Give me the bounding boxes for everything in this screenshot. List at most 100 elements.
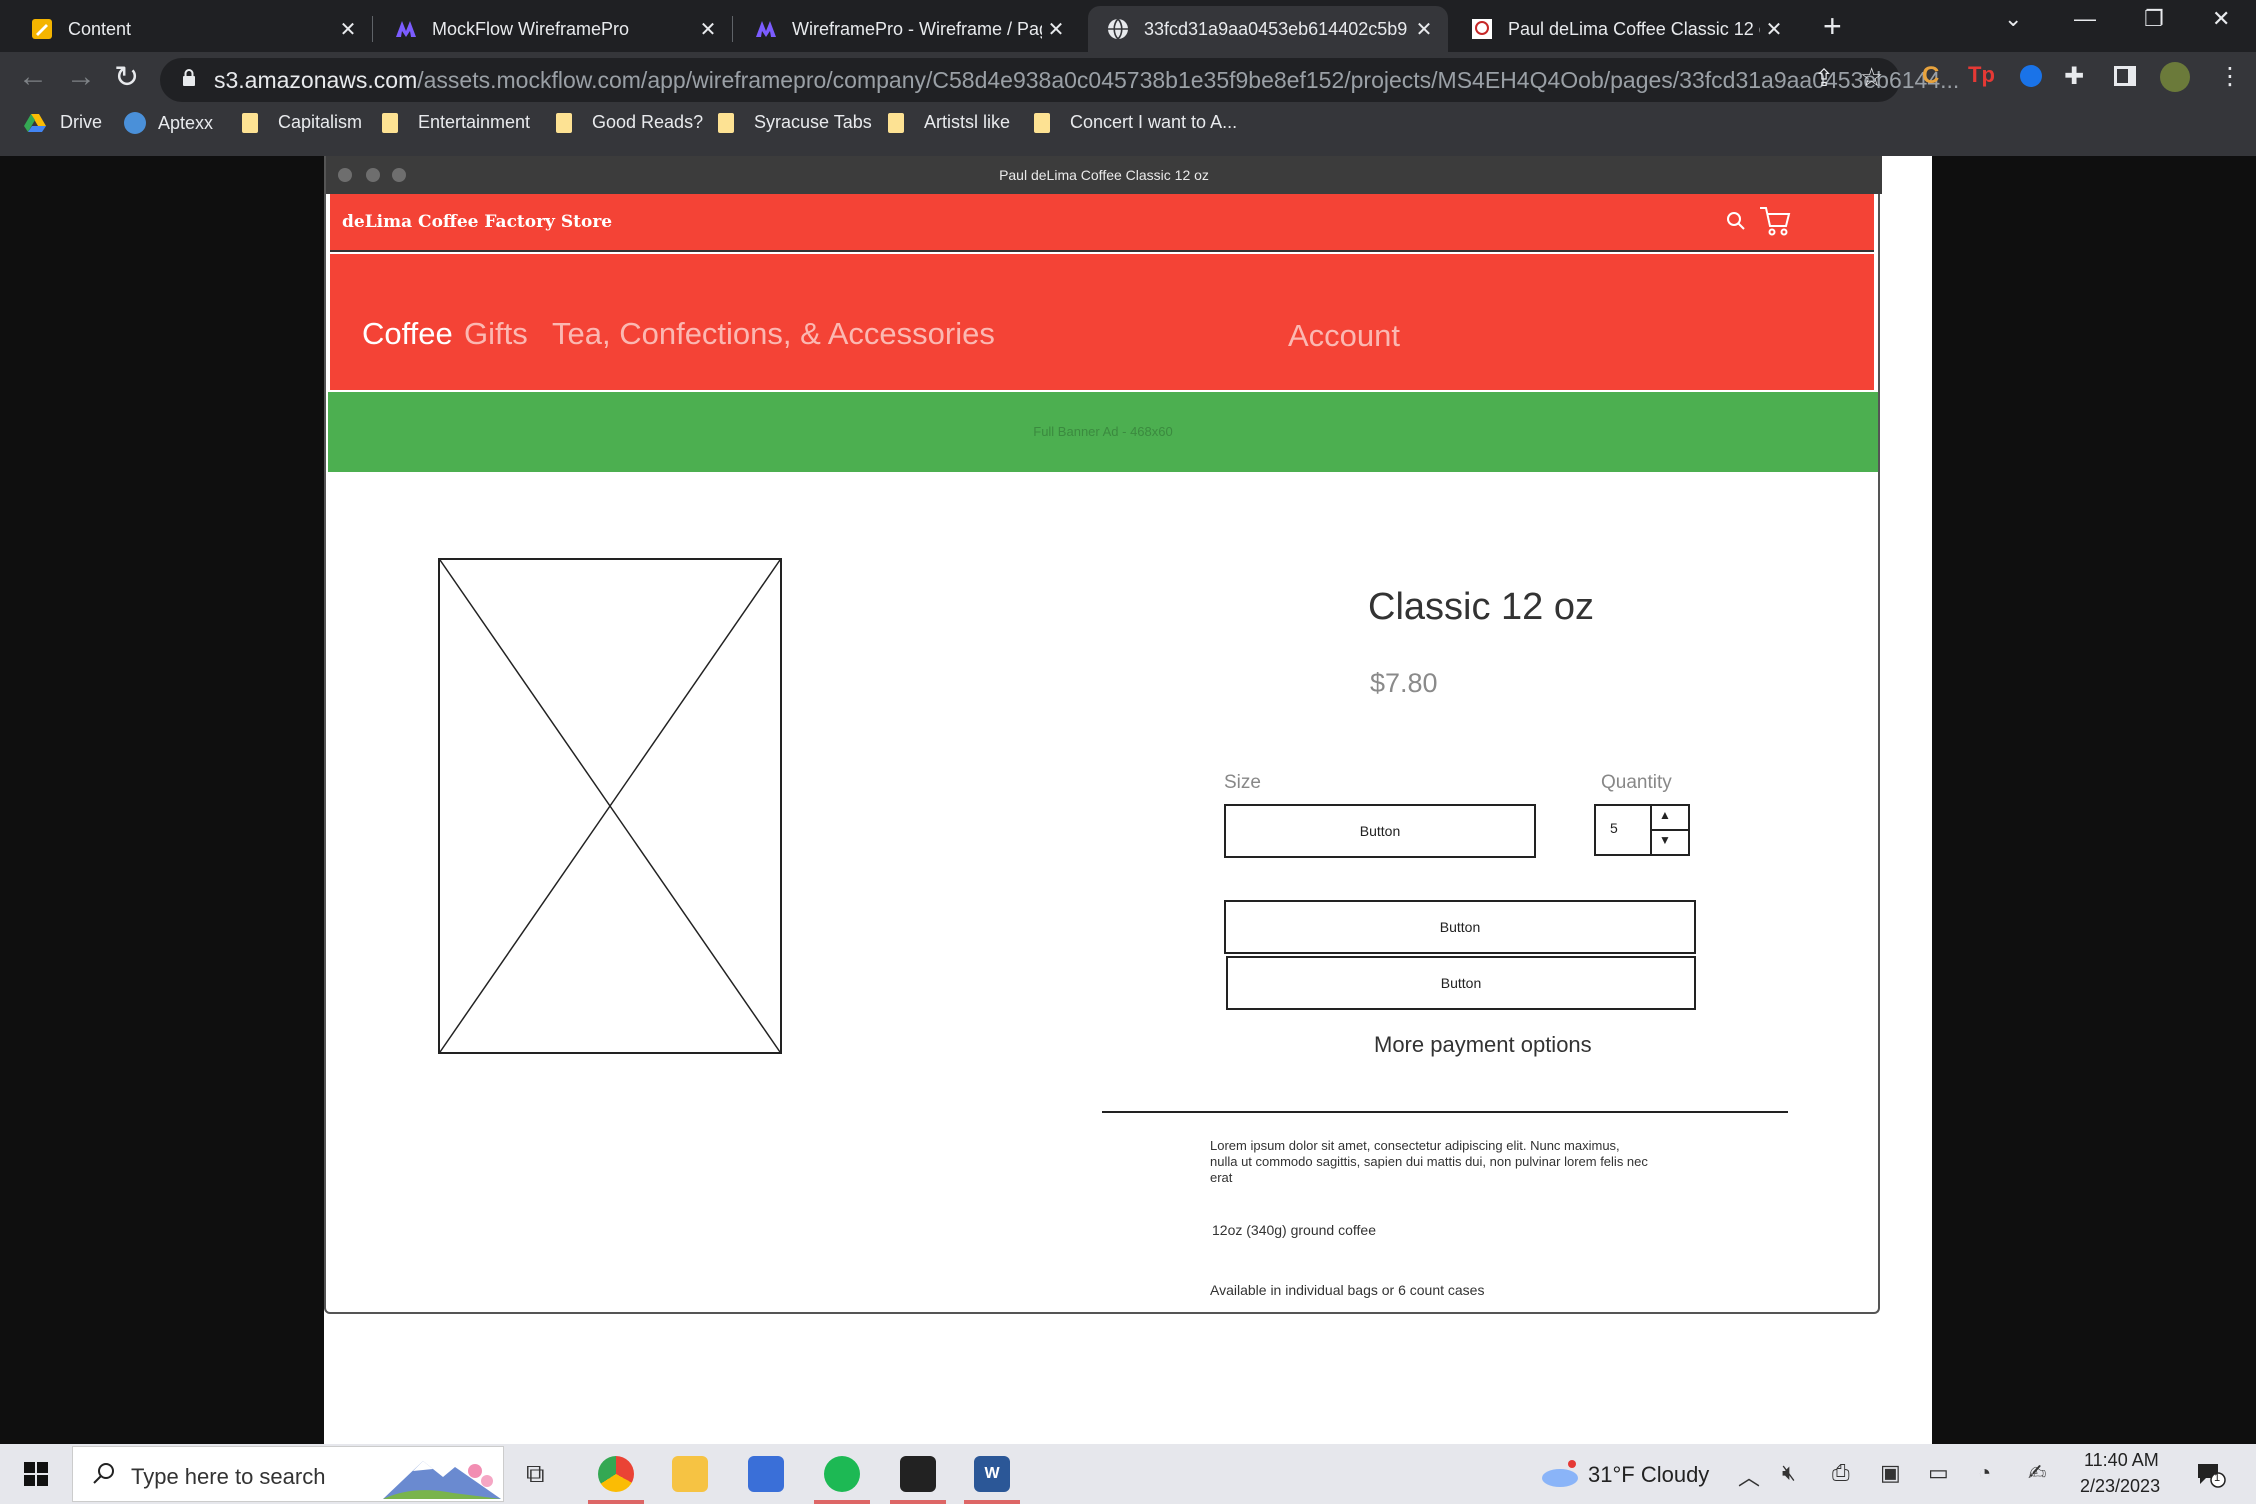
- product-title: Classic 12 oz: [1368, 586, 1594, 628]
- speaker-muted-icon[interactable]: 🔇︎: [1782, 1460, 1796, 1486]
- tab-title: Paul deLima Coffee Classic 12 oz: [1508, 18, 1760, 39]
- taskbar-search-box[interactable]: Type here to search: [72, 1446, 504, 1502]
- search-highlight-illustration-icon: [383, 1461, 501, 1499]
- bookmark-label: Drive: [60, 112, 103, 132]
- bookmark-entertainment[interactable]: Entertainment: [382, 112, 530, 133]
- cloudy-weather-icon: [1542, 1460, 1578, 1487]
- word-icon[interactable]: W: [974, 1456, 1010, 1492]
- minimize-icon[interactable]: —: [2074, 6, 2096, 32]
- file-explorer-icon[interactable]: [672, 1456, 708, 1492]
- battery-icon[interactable]: ▭: [1928, 1460, 1949, 1486]
- store-logo-text[interactable]: deLima Coffee Factory Store: [342, 212, 612, 232]
- address-bar[interactable]: s3.amazonaws.com/assets.mockflow.com/app…: [160, 58, 1959, 102]
- nav-tea-confections-accessories[interactable]: Tea, Confections, & Accessories: [552, 316, 995, 352]
- bookmark-artists[interactable]: Artistsl like: [888, 112, 1010, 133]
- nav-account[interactable]: Account: [1288, 318, 1400, 354]
- search-icon: [93, 1463, 114, 1484]
- bookmark-syracuse-tabs[interactable]: Syracuse Tabs: [718, 112, 872, 133]
- bookmark-drive[interactable]: Drive: [24, 112, 102, 133]
- restore-icon[interactable]: ❐: [2144, 6, 2164, 32]
- close-icon[interactable]: ✕: [1410, 17, 1438, 42]
- page-viewport: Paul deLima Coffee Classic 12 oz deLima …: [0, 156, 2256, 1444]
- close-icon[interactable]: ✕: [1042, 17, 1070, 42]
- extension-tp-icon[interactable]: Tp: [1968, 62, 1995, 88]
- tab-strip: Content ✕ MockFlow WireframePro ✕ Wirefr…: [0, 0, 2256, 52]
- notification-icon[interactable]: 1: [2196, 1462, 2226, 1488]
- close-window-icon[interactable]: ✕: [2212, 6, 2230, 32]
- profile-avatar[interactable]: [2160, 62, 2190, 92]
- tab-wireframepro[interactable]: WireframePro - Wireframe / Pag ✕: [736, 6, 1080, 52]
- product-image-placeholder: [438, 558, 782, 1054]
- bookmark-star-icon[interactable]: ☆: [1860, 62, 1883, 93]
- tab-separator: [372, 16, 373, 42]
- quantity-stepper[interactable]: 5 ▲ ▼: [1594, 804, 1690, 856]
- close-icon[interactable]: ✕: [1760, 17, 1788, 42]
- buy-now-button[interactable]: Button: [1226, 956, 1696, 1010]
- extension-circle-icon[interactable]: [2020, 65, 2042, 87]
- side-panel-icon[interactable]: [2114, 66, 2136, 86]
- bookmark-aptexx[interactable]: Aptexx: [124, 112, 213, 134]
- back-icon[interactable]: ←: [18, 60, 48, 94]
- bookmark-good-reads[interactable]: Good Reads?: [556, 112, 703, 133]
- decrement-arrow-icon[interactable]: ▼: [1659, 833, 1671, 847]
- nav-coffee[interactable]: Coffee: [362, 316, 453, 352]
- search-icon[interactable]: [1725, 210, 1747, 232]
- new-tab-button[interactable]: +: [1823, 8, 1842, 45]
- folder-icon: [242, 112, 258, 133]
- tab-title: WireframePro - Wireframe / Pag: [792, 18, 1042, 39]
- microsoft-store-icon[interactable]: [748, 1456, 784, 1492]
- cart-icon[interactable]: [1758, 204, 1792, 238]
- chevron-up-icon[interactable]: ︿: [1738, 1460, 1760, 1492]
- add-to-cart-button[interactable]: Button: [1224, 900, 1696, 954]
- share-icon[interactable]: ⇪: [1814, 64, 1834, 93]
- bookmark-concerts[interactable]: Concert I want to A...: [1034, 112, 1237, 133]
- window-dot-icon: [338, 168, 352, 182]
- menu-icon[interactable]: ⋮: [2218, 62, 2242, 91]
- tab-search-icon[interactable]: ⌄: [2004, 6, 2022, 32]
- mockflow-icon: [396, 21, 416, 37]
- nav-gifts[interactable]: Gifts: [464, 316, 528, 352]
- bookmark-label: Good Reads?: [592, 112, 704, 132]
- window-dot-icon: [392, 168, 406, 182]
- url-host: s3.amazonaws.com: [214, 67, 418, 93]
- reload-icon[interactable]: ↻: [114, 60, 139, 95]
- taskbar-search-placeholder: Type here to search: [131, 1464, 326, 1489]
- clock-time[interactable]: 11:40 AM: [2084, 1450, 2159, 1471]
- close-icon[interactable]: ✕: [334, 17, 362, 42]
- increment-arrow-icon[interactable]: ▲: [1659, 808, 1671, 822]
- task-view-icon[interactable]: ⧉: [526, 1458, 545, 1490]
- active-app-indicator: [588, 1500, 644, 1504]
- tab-title: 33fcd31a9aa0453eb614402c5b9: [1144, 18, 1408, 39]
- extension-c-icon[interactable]: C: [1922, 62, 1939, 90]
- folder-icon: [718, 112, 734, 133]
- tab-content[interactable]: Content ✕: [12, 6, 372, 52]
- more-payment-options-link[interactable]: More payment options: [1374, 1032, 1592, 1058]
- pen-icon[interactable]: ✍: [2028, 1460, 2046, 1486]
- chat-bubble-icon: [2198, 1464, 2226, 1488]
- tab-title: Content: [68, 18, 132, 39]
- forward-icon[interactable]: →: [66, 60, 96, 94]
- banner-ad[interactable]: Full Banner Ad - 468x60: [328, 392, 1878, 472]
- bookmark-label: Concert I want to A...: [1070, 112, 1238, 132]
- weather-text[interactable]: 31°F Cloudy: [1588, 1462, 1709, 1488]
- wifi-icon[interactable]: ◔: [1978, 1460, 1991, 1486]
- display-icon[interactable]: ▣: [1880, 1460, 1901, 1486]
- bookmark-capitalism[interactable]: Capitalism: [242, 112, 362, 133]
- chrome-taskbar-icon[interactable]: [598, 1456, 634, 1492]
- tab-delima[interactable]: Paul deLima Coffee Classic 12 oz ✕: [1452, 6, 1798, 52]
- clock-date[interactable]: 2/23/2023: [2080, 1476, 2160, 1497]
- close-icon[interactable]: ✕: [694, 17, 722, 42]
- tab-s3-page[interactable]: 33fcd31a9aa0453eb614402c5b9 ✕: [1088, 6, 1448, 52]
- main-nav: Coffee Gifts Tea, Confections, & Accesso…: [330, 254, 1874, 390]
- extensions-puzzle-icon[interactable]: ✚: [2064, 62, 2084, 91]
- size-select-button[interactable]: Button: [1224, 804, 1536, 858]
- quantity-value[interactable]: 5: [1610, 820, 1618, 836]
- spotify-icon[interactable]: [824, 1456, 860, 1492]
- sticky-notes-icon[interactable]: [900, 1456, 936, 1492]
- url-path: /assets.mockflow.com/app/wireframepro/co…: [417, 67, 1960, 93]
- windows-start-icon[interactable]: [24, 1462, 48, 1486]
- tab-mockflow[interactable]: MockFlow WireframePro ✕: [376, 6, 732, 52]
- folder-icon: [1034, 112, 1050, 133]
- bookmark-label: Aptexx: [158, 112, 214, 133]
- meet-now-icon[interactable]: ⎙: [1832, 1460, 1850, 1486]
